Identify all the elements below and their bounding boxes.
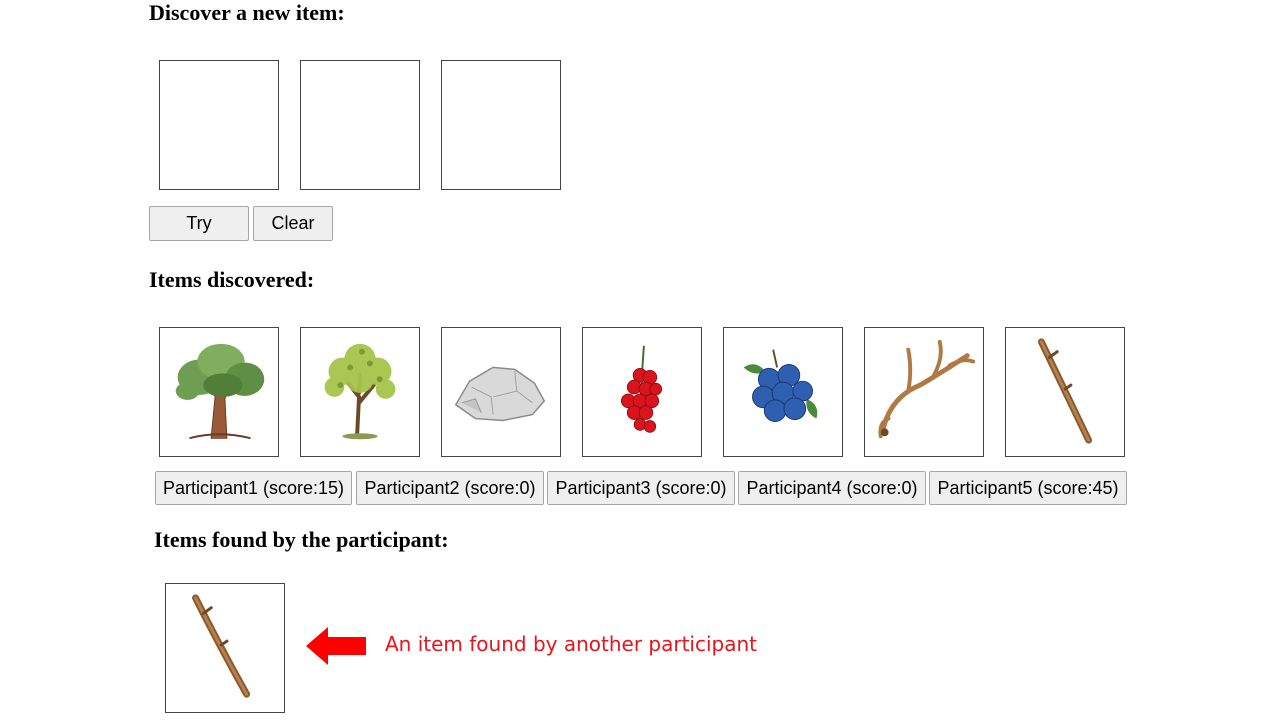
discover-heading: Discover a new item:: [149, 0, 345, 25]
discovered-heading: Items discovered:: [149, 267, 315, 292]
discovered-item-oak-tree[interactable]: [159, 327, 279, 457]
try-button[interactable]: Try: [149, 206, 249, 241]
blueberry-icon: [743, 349, 818, 422]
red-currant-icon: [620, 345, 663, 433]
discovered-item-young-tree[interactable]: [300, 327, 420, 457]
participant-button-2[interactable]: Participant2 (score:0): [356, 471, 544, 505]
participant-button-4[interactable]: Participant4 (score:0): [738, 471, 926, 505]
clear-button[interactable]: Clear: [253, 206, 333, 241]
antler-icon: [878, 339, 976, 439]
stick-icon: [1037, 338, 1093, 444]
discovered-item-red-currant[interactable]: [582, 327, 702, 457]
annotation-text: An item found by another participant: [385, 632, 757, 656]
combination-slot-2[interactable]: [300, 60, 420, 190]
oak-tree-icon: [175, 343, 265, 440]
discovered-item-antler[interactable]: [864, 327, 984, 457]
stick-icon: [192, 594, 251, 698]
stone-icon: [454, 366, 546, 422]
participant-button-3[interactable]: Participant3 (score:0): [547, 471, 735, 505]
found-heading: Items found by the participant:: [154, 527, 449, 552]
found-item-stick[interactable]: [165, 583, 285, 713]
discovered-item-blueberry[interactable]: [723, 327, 843, 457]
combination-slot-3[interactable]: [441, 60, 561, 190]
young-tree-icon: [324, 343, 396, 440]
discovered-item-stick[interactable]: [1005, 327, 1125, 457]
left-arrow-icon: [306, 627, 366, 665]
participant-button-5[interactable]: Participant5 (score:45): [929, 471, 1127, 505]
discovered-item-stone[interactable]: [441, 327, 561, 457]
participant-button-1[interactable]: Participant1 (score:15): [155, 471, 352, 505]
combination-slot-1[interactable]: [159, 60, 279, 190]
